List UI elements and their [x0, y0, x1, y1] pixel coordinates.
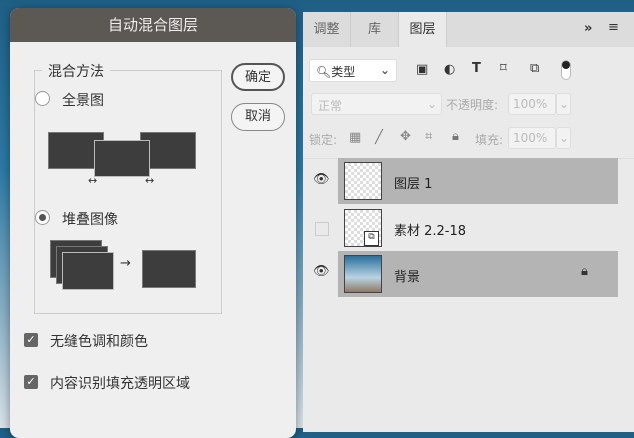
pixel-filter-icon[interactable]: ▣	[416, 62, 428, 77]
filter-type-select[interactable]: 🔍︎类型 ⌄	[309, 59, 397, 82]
fill-input[interactable]: 100%	[508, 127, 556, 149]
layer-name: 背景	[394, 270, 421, 285]
panel-menu-icon[interactable]: ≡	[608, 20, 619, 35]
cancel-button[interactable]: 取消	[231, 103, 285, 131]
filter-label: 类型	[331, 65, 356, 79]
panorama-radio[interactable]	[35, 91, 50, 106]
fill-dropdown[interactable]: ⌄	[556, 127, 571, 149]
blend-mode-select[interactable]: 正常 ⌄	[311, 93, 442, 115]
dialog-title: 自动混合图层	[10, 8, 296, 42]
lock-brush-icon[interactable]: ╱	[375, 130, 383, 145]
layer-thumbnail	[344, 255, 382, 293]
tab-adjustments[interactable]: 调整	[303, 12, 351, 47]
visibility-eye-icon[interactable]: 👁︎	[313, 172, 330, 187]
lock-all-icon[interactable]: 🔒︎	[452, 129, 459, 144]
shape-filter-icon[interactable]: ⌑	[500, 61, 507, 76]
fill-label: 填充:	[475, 133, 504, 147]
more-panels-icon[interactable]: »	[584, 21, 592, 36]
opacity-dropdown[interactable]: ⌄	[556, 93, 571, 115]
auto-blend-dialog: 自动混合图层 混合方法 全景图 ↔ ↔ 堆叠图像 → 确定 取消 ✓ 无缝色调和…	[10, 8, 296, 438]
stack-illustration-icon: →	[50, 240, 200, 292]
smart-object-badge-icon: ⧉	[364, 231, 379, 246]
opacity-input[interactable]: 100%	[508, 93, 556, 115]
visibility-eye-icon[interactable]: 👁︎	[313, 264, 330, 279]
content-aware-fill-label: 内容识别填充透明区域	[50, 376, 190, 392]
tab-layers[interactable]: 图层	[399, 12, 447, 47]
blend-mode-value: 正常	[318, 99, 343, 113]
seamless-tones-checkbox[interactable]: ✓	[24, 333, 38, 347]
chevron-down-icon: ⌄	[379, 63, 390, 77]
stack-images-radio[interactable]	[35, 210, 50, 225]
lock-artboard-icon[interactable]: ⌗	[425, 129, 432, 144]
lock-transparent-icon[interactable]: ▦	[349, 130, 361, 145]
panorama-label: 全景图	[62, 93, 104, 109]
layers-panel: 调整 库 图层 » ≡ 🔍︎类型 ⌄ ▣ ◐ T ⌑ ⧉ 正常 ⌄ 不透明度: 10…	[303, 12, 634, 432]
visibility-toggle-off[interactable]	[315, 222, 329, 236]
adjustment-filter-icon[interactable]: ◐	[444, 62, 455, 77]
search-icon: 🔍︎	[316, 65, 332, 79]
layer-thumbnail	[344, 162, 382, 200]
smart-object-filter-icon[interactable]: ⧉	[530, 61, 539, 76]
tab-libraries[interactable]: 库	[351, 12, 399, 47]
stack-images-label: 堆叠图像	[62, 212, 118, 228]
blend-method-label: 混合方法	[42, 61, 110, 81]
filter-toggle[interactable]	[561, 60, 571, 80]
layer-name: 素材 2.2-18	[394, 224, 467, 239]
layer-lock-icon: 🔒︎	[581, 264, 588, 279]
content-aware-fill-checkbox[interactable]: ✓	[24, 375, 38, 389]
layer-row[interactable]: ⧉ 素材 2.2-18	[338, 205, 618, 251]
lock-position-icon[interactable]: ✥	[400, 129, 411, 144]
layer-name: 图层 1	[394, 177, 433, 192]
layer-row[interactable]: 背景 🔒︎	[338, 251, 618, 297]
layer-row[interactable]: 图层 1	[338, 158, 618, 204]
seamless-tones-label: 无缝色调和颜色	[50, 334, 148, 350]
opacity-label: 不透明度:	[446, 98, 499, 112]
lock-label: 锁定:	[309, 133, 338, 147]
panorama-illustration-icon: ↔ ↔	[48, 122, 208, 187]
type-filter-icon[interactable]: T	[472, 61, 481, 76]
ok-button[interactable]: 确定	[231, 63, 285, 91]
tab-bar-filler	[447, 12, 634, 47]
